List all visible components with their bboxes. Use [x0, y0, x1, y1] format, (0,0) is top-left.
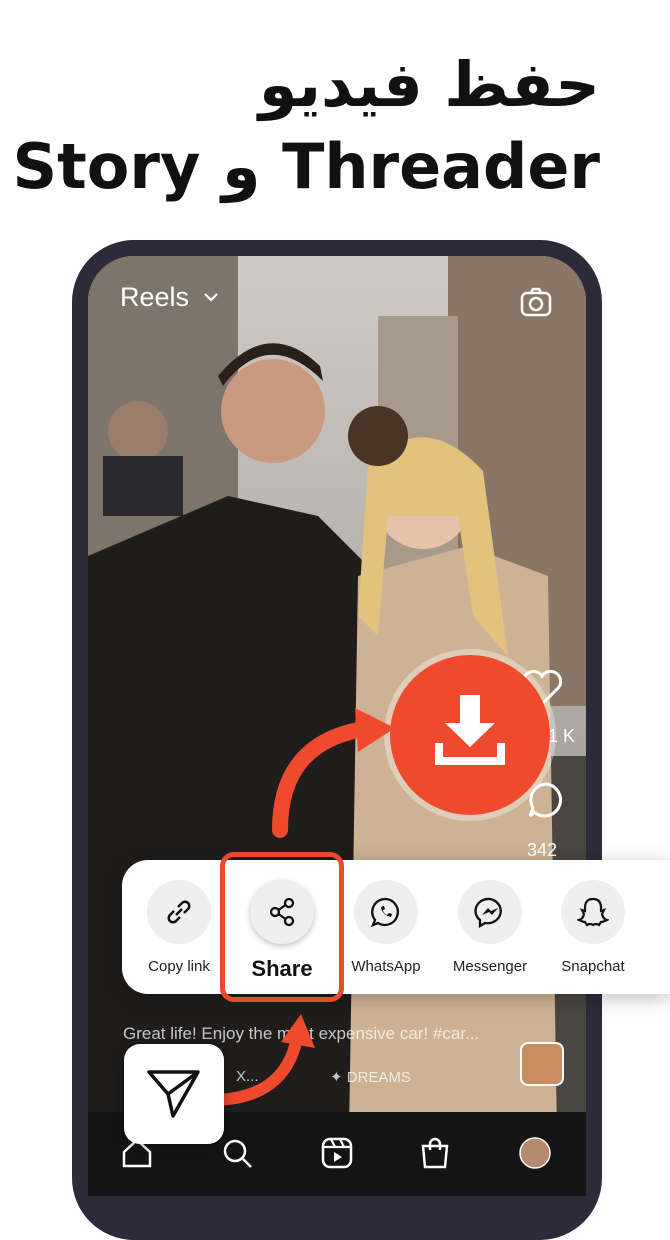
- download-button[interactable]: [390, 655, 550, 815]
- like-count: 1 K: [548, 726, 576, 746]
- whatsapp-icon: [370, 897, 399, 928]
- snapchat-button[interactable]: Snapchat: [543, 880, 643, 975]
- audio-thumbnail[interactable]: [520, 1042, 564, 1086]
- chevron-down-icon[interactable]: [203, 290, 219, 304]
- copy-link-button[interactable]: Copy link: [129, 880, 229, 975]
- headline-arabic: حفظ فيديو: [258, 48, 600, 121]
- audio-tag[interactable]: ✦ DREAMS: [330, 1068, 411, 1086]
- download-icon: [435, 695, 505, 765]
- share-highlight: [220, 852, 344, 1002]
- share-icon-circle: [147, 880, 211, 944]
- reels-title[interactable]: Reels: [120, 282, 189, 313]
- snapchat-label: Snapchat: [561, 958, 625, 975]
- snapchat-icon: [577, 897, 609, 927]
- reels-icon[interactable]: [320, 1136, 354, 1170]
- messenger-button[interactable]: Messenger: [440, 880, 540, 975]
- send-icon: [147, 1070, 200, 1118]
- link-icon: [167, 900, 191, 924]
- shop-icon[interactable]: [418, 1136, 452, 1170]
- camera-icon[interactable]: [520, 286, 552, 318]
- profile-avatar[interactable]: [518, 1136, 552, 1170]
- share-icon-circle: [354, 880, 418, 944]
- comment-icon[interactable]: [526, 780, 566, 820]
- copy-link-label: Copy link: [148, 958, 210, 975]
- share-icon-circle: [561, 880, 625, 944]
- comment-count: 342: [527, 840, 558, 860]
- share-icon-circle: [458, 880, 522, 944]
- whatsapp-button[interactable]: WhatsApp: [336, 880, 436, 975]
- arrow-icon: [272, 708, 395, 838]
- messenger-label: Messenger: [452, 958, 528, 975]
- whatsapp-label: WhatsApp: [351, 958, 421, 975]
- send-button[interactable]: [124, 1044, 224, 1144]
- search-icon[interactable]: [220, 1136, 254, 1170]
- headline-english: Story و Threader: [12, 130, 600, 203]
- messenger-icon: [474, 897, 502, 928]
